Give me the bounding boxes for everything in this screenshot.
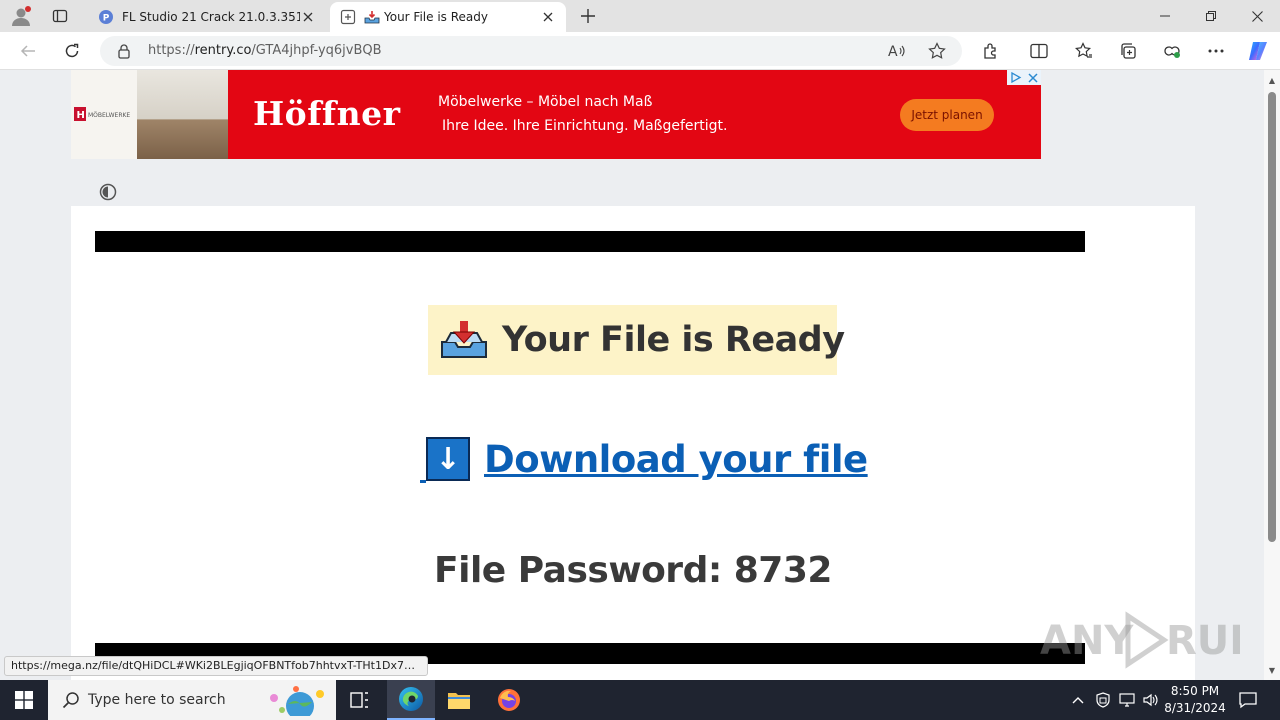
vertical-scrollbar[interactable]: ▲ ▼: [1264, 70, 1280, 680]
rentry-content-card: Your File is Ready ↓ Download your file …: [71, 206, 1195, 680]
clock-date: 8/31/2024: [1164, 701, 1226, 715]
firefox-icon[interactable]: [485, 680, 533, 720]
volume-icon[interactable]: [1140, 680, 1162, 720]
file-ready-heading: Your File is Ready: [428, 305, 845, 375]
taskbar-clock[interactable]: 8:50 PM 8/31/2024: [1160, 683, 1230, 717]
ad-headline: Möbelwerke – Möbel nach Maß: [438, 94, 653, 110]
network-icon[interactable]: [1116, 680, 1138, 720]
heading-text: Your File is Ready: [502, 320, 845, 360]
browser-toolbar: https://rentry.co/GTA4jhpf-yq6jvBQB A: [0, 32, 1280, 70]
svg-text:ANY: ANY: [1040, 618, 1134, 664]
favorite-star-icon[interactable]: [926, 40, 948, 62]
link-status-bar: https://mega.nz/file/dtQHiDCL#WKi2BLEgji…: [4, 656, 428, 676]
pdf-icon: P: [98, 9, 114, 25]
browser-essentials-icon[interactable]: [1158, 37, 1186, 65]
close-tab-icon[interactable]: [300, 9, 316, 25]
ad-room-image: [137, 70, 228, 159]
file-explorer-icon[interactable]: [435, 680, 483, 720]
ad-small-logo-text: MÖBELWERKE: [88, 112, 130, 119]
tab-strip: P FL Studio 21 Crack 21.0.3.3517 Pr Your…: [0, 0, 1280, 32]
windows-start-icon[interactable]: [0, 680, 48, 720]
url-path: /GTA4jhpf-yq6jvBQB: [251, 43, 382, 58]
tab-title: FL Studio 21 Crack 21.0.3.3517 Pr: [122, 10, 300, 24]
restore-icon[interactable]: [1188, 0, 1234, 32]
theme-toggle-icon[interactable]: [99, 183, 117, 201]
defender-icon[interactable]: [1093, 680, 1113, 720]
ad-cta-button[interactable]: Jetzt planen: [900, 99, 994, 131]
page-viewport: H MÖBELWERKE Höffner Möbelwerke – Möbel n…: [0, 70, 1264, 680]
svg-text:H: H: [77, 110, 85, 121]
anyrun-watermark: ANY RUN: [1040, 608, 1240, 672]
svg-text:RUN: RUN: [1166, 618, 1240, 664]
more-menu-icon[interactable]: [1202, 37, 1230, 65]
address-bar[interactable]: https://rentry.co/GTA4jhpf-yq6jvBQB A: [100, 36, 962, 66]
close-window-icon[interactable]: [1234, 0, 1280, 32]
collections-icon[interactable]: [1114, 37, 1142, 65]
minimize-icon[interactable]: [1142, 0, 1188, 32]
ad-brand-logo: Höffner: [253, 94, 401, 133]
tab-fl-studio[interactable]: P FL Studio 21 Crack 21.0.3.3517 Pr: [88, 2, 326, 32]
scroll-up-icon[interactable]: ▲: [1267, 74, 1277, 86]
svg-text:P: P: [103, 14, 110, 24]
favorites-icon[interactable]: [1070, 37, 1098, 65]
hoeffner-ad-banner[interactable]: H MÖBELWERKE Höffner Möbelwerke – Möbel n…: [71, 70, 1041, 159]
inbox-tray-icon: [441, 321, 487, 358]
search-highlight-art-icon: [270, 686, 324, 716]
down-arrow-icon: ↓: [426, 437, 470, 481]
scroll-down-icon[interactable]: ▼: [1267, 664, 1277, 676]
task-view-icon[interactable]: [336, 680, 384, 720]
split-screen-icon[interactable]: [1025, 37, 1053, 65]
profile-icon[interactable]: [8, 4, 34, 28]
tab-title: Your File is Ready: [384, 10, 488, 24]
file-password-text: File Password: 8732: [434, 550, 832, 591]
ad-small-logo: H MÖBELWERKE: [71, 70, 137, 159]
url-scheme: https://: [148, 43, 195, 58]
scrollbar-thumb[interactable]: [1268, 92, 1276, 542]
inbox-tray-icon: [364, 9, 380, 25]
url-text[interactable]: https://rentry.co/GTA4jhpf-yq6jvBQB: [148, 43, 382, 58]
back-icon[interactable]: [14, 37, 42, 65]
clock-time: 8:50 PM: [1170, 684, 1220, 698]
extensions-icon[interactable]: [977, 37, 1005, 65]
top-black-bar: [95, 231, 1085, 252]
tray-overflow-icon[interactable]: [1068, 680, 1088, 720]
download-link-text: Download your file: [484, 437, 868, 481]
search-icon: [62, 692, 79, 709]
edge-taskbar-icon[interactable]: [387, 680, 435, 720]
close-tab-icon[interactable]: [540, 9, 556, 25]
lock-icon[interactable]: [116, 43, 132, 59]
windows-taskbar: Type here to search 8:50 PM 8/31/2024: [0, 680, 1280, 720]
svg-text:A: A: [888, 44, 898, 59]
copilot-icon[interactable]: [1244, 37, 1272, 65]
tab-your-file-is-ready[interactable]: Your File is Ready: [330, 2, 566, 32]
ad-tagline: Ihre Idee. Ihre Einrichtung. Maßgefertig…: [442, 118, 728, 134]
link-underline: [420, 480, 426, 483]
refresh-icon[interactable]: [58, 37, 86, 65]
search-placeholder: Type here to search: [88, 692, 226, 708]
taskbar-search-box[interactable]: Type here to search: [48, 680, 336, 720]
page-favicon-icon: [340, 9, 356, 25]
notification-icon[interactable]: [1234, 680, 1262, 720]
ad-choices-icon[interactable]: [1007, 70, 1041, 85]
tab-actions-icon[interactable]: [48, 5, 72, 27]
download-file-link[interactable]: ↓ Download your file: [420, 434, 868, 484]
url-host: rentry.co: [194, 43, 252, 58]
new-tab-icon[interactable]: [576, 5, 600, 27]
read-aloud-icon[interactable]: A: [886, 40, 908, 62]
